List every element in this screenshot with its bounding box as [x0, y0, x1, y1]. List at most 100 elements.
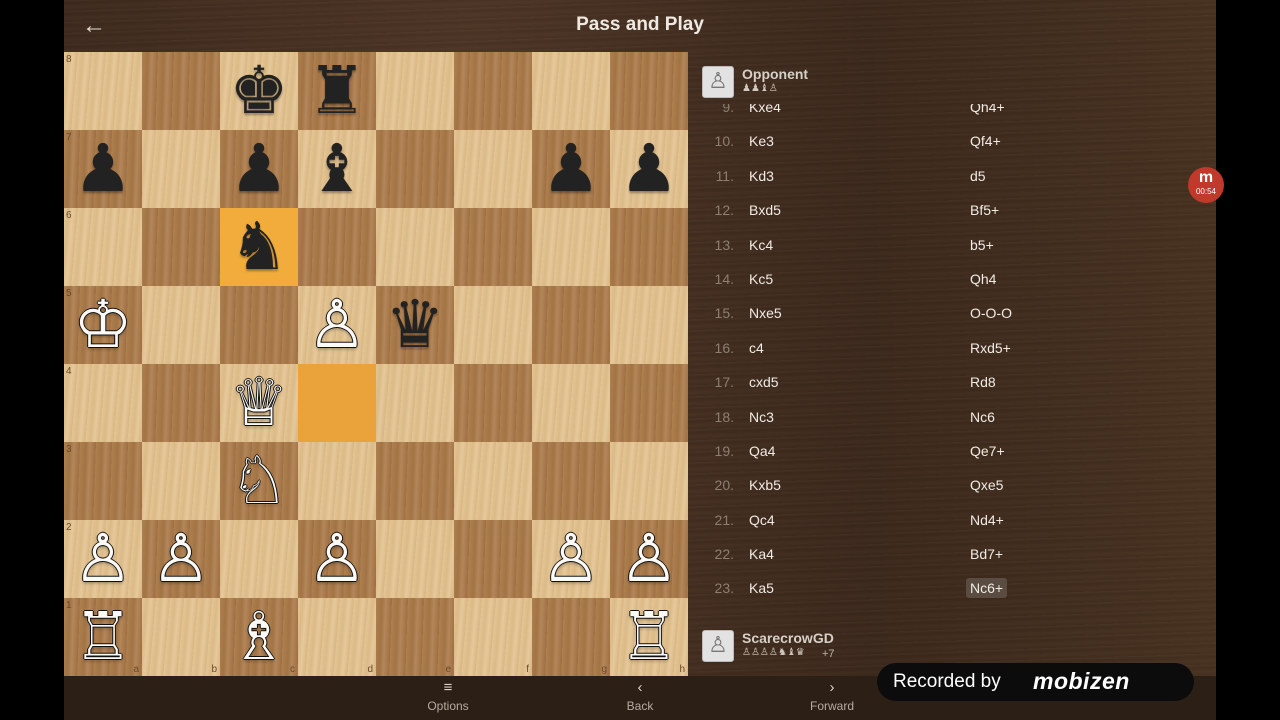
- square-g3[interactable]: [532, 442, 610, 520]
- square-a4[interactable]: 4: [64, 364, 142, 442]
- white-king-icon[interactable]: ♔: [64, 286, 142, 364]
- square-e1[interactable]: e: [376, 598, 454, 676]
- black-move[interactable]: Qf4+: [970, 124, 1001, 158]
- square-d4[interactable]: [298, 364, 376, 442]
- square-d7[interactable]: ♝: [298, 130, 376, 208]
- square-a7[interactable]: 7 ♟: [64, 130, 142, 208]
- square-a2[interactable]: 2 ♙: [64, 520, 142, 598]
- square-e5[interactable]: ♛: [376, 286, 454, 364]
- move-list-panel[interactable]: 9. Kxe4 Qh4+ 10. Ke3 Qf4+ 11. Kd3 d5 12. Bxd5 Bf5+ 1…: [700, 104, 1200, 614]
- square-c5[interactable]: [220, 286, 298, 364]
- square-h2[interactable]: ♙: [610, 520, 688, 598]
- square-d8[interactable]: ♜: [298, 52, 376, 130]
- square-e6[interactable]: [376, 208, 454, 286]
- square-a3[interactable]: 3: [64, 442, 142, 520]
- chess-board[interactable]: 8 ♚ ♜ 7 ♟ ♟ ♝ ♟ ♟ 6 ♞ 5 ♔ ♙ ♛ 4 ♕ 3 ♘ 2 ♙ ♙ ♙ ♙ ♙ 1 a ♖ b c ♗ d e f g h ♖: [64, 52, 688, 676]
- black-move[interactable]: d5: [970, 159, 986, 193]
- square-e4[interactable]: [376, 364, 454, 442]
- white-queen-icon[interactable]: ♕: [220, 364, 298, 442]
- square-d3[interactable]: [298, 442, 376, 520]
- black-pawn-icon[interactable]: ♟: [610, 130, 688, 208]
- white-pawn-icon[interactable]: ♙: [142, 520, 220, 598]
- square-c6[interactable]: ♞: [220, 208, 298, 286]
- back-button[interactable]: ‹ Back: [580, 676, 700, 720]
- square-g4[interactable]: [532, 364, 610, 442]
- white-move[interactable]: Ke3: [749, 124, 774, 158]
- square-a1[interactable]: 1 a ♖: [64, 598, 142, 676]
- black-move[interactable]: Qh4: [970, 262, 996, 296]
- white-move[interactable]: Kc5: [749, 262, 773, 296]
- white-move[interactable]: Ka4: [749, 537, 774, 571]
- square-h1[interactable]: h ♖: [610, 598, 688, 676]
- black-queen-icon[interactable]: ♛: [376, 286, 454, 364]
- black-move[interactable]: b5+: [970, 228, 994, 262]
- white-move[interactable]: c4: [749, 331, 764, 365]
- white-pawn-icon[interactable]: ♙: [298, 286, 376, 364]
- square-d1[interactable]: d: [298, 598, 376, 676]
- white-pawn-icon[interactable]: ♙: [64, 520, 142, 598]
- white-rook-icon[interactable]: ♖: [64, 598, 142, 676]
- white-move[interactable]: Kd3: [749, 159, 774, 193]
- black-rook-icon[interactable]: ♜: [298, 52, 376, 130]
- square-b4[interactable]: [142, 364, 220, 442]
- square-h6[interactable]: [610, 208, 688, 286]
- square-g5[interactable]: [532, 286, 610, 364]
- square-c1[interactable]: c ♗: [220, 598, 298, 676]
- white-move[interactable]: Ka5: [749, 571, 774, 605]
- white-move[interactable]: Bxd5: [749, 193, 781, 227]
- square-e8[interactable]: [376, 52, 454, 130]
- current-move[interactable]: Nc6+: [966, 578, 1008, 599]
- square-d5[interactable]: ♙: [298, 286, 376, 364]
- black-knight-icon[interactable]: ♞: [220, 208, 298, 286]
- white-pawn-icon[interactable]: ♙: [610, 520, 688, 598]
- white-move[interactable]: Kxe4: [749, 104, 781, 124]
- square-h3[interactable]: [610, 442, 688, 520]
- square-d6[interactable]: [298, 208, 376, 286]
- black-pawn-icon[interactable]: ♟: [64, 130, 142, 208]
- square-a6[interactable]: 6: [64, 208, 142, 286]
- black-king-icon[interactable]: ♚: [220, 52, 298, 130]
- white-move[interactable]: Qc4: [749, 503, 775, 537]
- options-button[interactable]: ≡ Options: [388, 676, 508, 720]
- square-c3[interactable]: ♘: [220, 442, 298, 520]
- square-e2[interactable]: [376, 520, 454, 598]
- forward-button[interactable]: › Forward: [772, 676, 892, 720]
- square-a8[interactable]: 8: [64, 52, 142, 130]
- white-bishop-icon[interactable]: ♗: [220, 598, 298, 676]
- white-move[interactable]: Qa4: [749, 434, 775, 468]
- square-b8[interactable]: [142, 52, 220, 130]
- white-rook-icon[interactable]: ♖: [610, 598, 688, 676]
- square-e3[interactable]: [376, 442, 454, 520]
- black-move[interactable]: Rd8: [970, 365, 996, 399]
- black-pawn-icon[interactable]: ♟: [532, 130, 610, 208]
- square-f3[interactable]: [454, 442, 532, 520]
- white-move[interactable]: Kc4: [749, 228, 773, 262]
- square-f5[interactable]: [454, 286, 532, 364]
- square-c2[interactable]: [220, 520, 298, 598]
- square-h8[interactable]: [610, 52, 688, 130]
- square-b1[interactable]: b: [142, 598, 220, 676]
- square-g8[interactable]: [532, 52, 610, 130]
- square-h5[interactable]: [610, 286, 688, 364]
- black-pawn-icon[interactable]: ♟: [220, 130, 298, 208]
- black-move[interactable]: Qe7+: [970, 434, 1005, 468]
- black-move[interactable]: Bd7+: [970, 537, 1003, 571]
- square-f1[interactable]: f: [454, 598, 532, 676]
- black-move[interactable]: Bf5+: [970, 193, 999, 227]
- white-move[interactable]: cxd5: [749, 365, 779, 399]
- square-g7[interactable]: ♟: [532, 130, 610, 208]
- square-e7[interactable]: [376, 130, 454, 208]
- black-move[interactable]: Nd4+: [970, 503, 1004, 537]
- move-list[interactable]: 9. Kxe4 Qh4+ 10. Ke3 Qf4+ 11. Kd3 d5 12. Bxd5 Bf5+ 1…: [700, 104, 1200, 606]
- black-bishop-icon[interactable]: ♝: [298, 130, 376, 208]
- black-move[interactable]: O-O-O: [970, 296, 1012, 330]
- square-c7[interactable]: ♟: [220, 130, 298, 208]
- recording-bubble[interactable]: m 00:54: [1188, 167, 1224, 203]
- square-f6[interactable]: [454, 208, 532, 286]
- white-move[interactable]: Nxe5: [749, 296, 782, 330]
- black-move[interactable]: Nc6: [970, 400, 995, 434]
- square-b2[interactable]: ♙: [142, 520, 220, 598]
- black-move[interactable]: Qh4+: [970, 104, 1005, 124]
- square-b5[interactable]: [142, 286, 220, 364]
- square-f7[interactable]: [454, 130, 532, 208]
